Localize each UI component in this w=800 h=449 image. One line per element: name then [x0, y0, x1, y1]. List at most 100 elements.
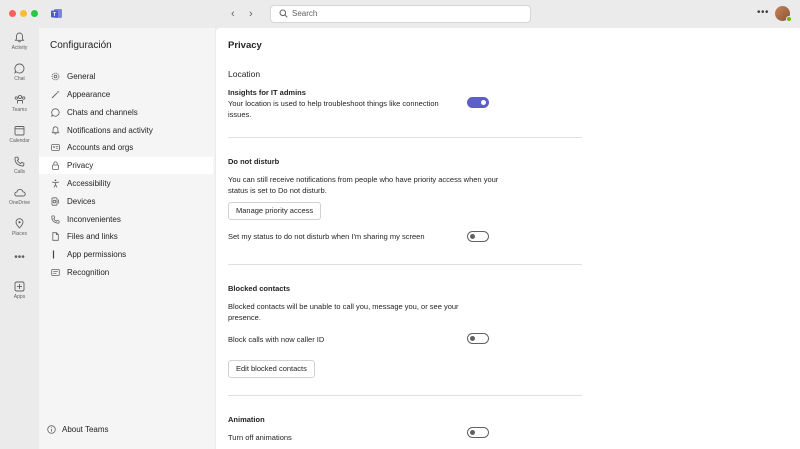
rail-item-apps[interactable]: Apps: [0, 281, 39, 300]
bar-icon: [52, 250, 55, 259]
blocked-section-title: Blocked contacts: [228, 284, 291, 293]
settings-sidebar: Configuración General Appearance Chats a…: [39, 28, 215, 449]
accessibility-icon: [51, 179, 60, 188]
insights-toggle[interactable]: [467, 97, 489, 108]
block-calls-label: Block calls with now caller ID: [228, 335, 325, 344]
rail-item-calendar[interactable]: Calendar: [0, 125, 39, 144]
sidebar-item-label: Chats and channels: [67, 108, 138, 117]
rail-label: Calls: [13, 169, 26, 175]
animation-section-title: Animation: [228, 415, 265, 424]
maximize-window-button[interactable]: [31, 10, 38, 17]
rail-label: Apps: [13, 294, 26, 300]
rail-label: Calendar: [9, 138, 30, 144]
sidebar-item-files-and-links[interactable]: Files and links: [39, 228, 213, 245]
rail-item-activity[interactable]: Activity: [0, 32, 39, 51]
toggle-knob: [470, 430, 475, 435]
settings-title: Configuración: [50, 40, 112, 51]
rail-label: Chat: [14, 76, 25, 82]
about-teams-link[interactable]: About Teams: [46, 424, 166, 438]
dnd-description: You can still receive notifications from…: [228, 175, 499, 195]
more-apps-icon[interactable]: •••: [0, 252, 39, 263]
back-arrow-icon[interactable]: ‹: [231, 7, 235, 21]
rail-item-chat[interactable]: Chat: [0, 63, 39, 82]
sidebar-item-appearance[interactable]: Appearance: [39, 86, 213, 103]
sidebar-item-general[interactable]: General: [39, 68, 213, 85]
bell-icon: [14, 32, 25, 43]
dnd-sharing-label: Set my status to do not disturb when I'm…: [228, 232, 425, 241]
devices-icon: [51, 197, 59, 206]
info-icon: [47, 425, 56, 434]
chat-icon: [51, 108, 60, 117]
about-teams-label: About Teams: [62, 425, 109, 434]
teams-icon: [14, 94, 25, 104]
sidebar-item-label: Devices: [67, 197, 96, 206]
sidebar-item-app-permissions[interactable]: App permissions: [39, 246, 213, 263]
calendar-icon: [14, 126, 25, 136]
app-rail: Activity Chat Teams Calendar Calls OneDr…: [0, 28, 39, 449]
edit-blocked-contacts-button[interactable]: Edit blocked contacts: [228, 360, 315, 378]
sidebar-item-label: Recognition: [67, 268, 110, 277]
sidebar-item-accounts-and-orgs[interactable]: Accounts and orgs: [39, 139, 213, 156]
page-title: Privacy: [228, 40, 262, 51]
turn-off-animations-toggle[interactable]: [467, 427, 489, 438]
magic-wand-icon: [51, 90, 60, 99]
id-card-icon: [51, 144, 60, 151]
insights-title: Insights for IT admins: [228, 88, 306, 97]
presence-available-icon: [786, 16, 792, 22]
sidebar-item-privacy[interactable]: Privacy: [39, 157, 213, 174]
toggle-knob: [470, 234, 475, 239]
title-bar: T ‹ › Search •••: [0, 0, 800, 28]
insights-description: Your location is used to help troublesho…: [228, 99, 439, 119]
rail-item-onedrive[interactable]: OneDrive: [0, 187, 39, 206]
turn-off-animations-label: Turn off animations: [228, 433, 292, 442]
sidebar-item-notifications[interactable]: Notifications and activity: [39, 122, 213, 139]
sidebar-item-label: App permissions: [67, 250, 127, 259]
toggle-knob: [470, 336, 475, 341]
sidebar-item-chats-and-channels[interactable]: Chats and channels: [39, 104, 213, 121]
rail-item-places[interactable]: Places: [0, 218, 39, 237]
chat-icon: [14, 63, 25, 74]
rail-label: OneDrive: [8, 200, 31, 206]
close-window-button[interactable]: [9, 10, 16, 17]
sidebar-item-accessibility[interactable]: Accessibility: [39, 175, 213, 192]
divider: [228, 395, 582, 396]
search-icon: [279, 9, 288, 18]
forward-arrow-icon[interactable]: ›: [249, 7, 253, 21]
dnd-section-title: Do not disturb: [228, 157, 280, 166]
block-calls-toggle[interactable]: [467, 333, 489, 344]
cloud-icon: [13, 188, 26, 197]
more-options-icon[interactable]: •••: [757, 7, 769, 18]
sidebar-item-inconvenientes[interactable]: Inconvenientes: [39, 211, 213, 228]
sidebar-item-label: Accessibility: [67, 179, 111, 188]
divider: [228, 264, 582, 265]
rail-item-calls[interactable]: Calls: [0, 156, 39, 175]
sidebar-item-label: Privacy: [67, 161, 94, 170]
phone-icon: [51, 215, 60, 224]
divider: [228, 137, 582, 138]
search-input[interactable]: Search: [270, 5, 531, 23]
gear-icon: [51, 72, 60, 81]
phone-icon: [14, 156, 25, 167]
location-section-title: Location: [228, 69, 261, 79]
sidebar-item-devices[interactable]: Devices: [39, 193, 213, 210]
toggle-knob: [481, 100, 486, 105]
sidebar-item-label: Notifications and activity: [67, 126, 153, 135]
lock-icon: [52, 161, 59, 170]
blocked-description: Blocked contacts will be unable to call …: [228, 302, 459, 322]
minimize-window-button[interactable]: [20, 10, 27, 17]
rail-label: Places: [11, 231, 27, 237]
rail-item-teams[interactable]: Teams: [0, 94, 39, 113]
apps-icon: [14, 281, 25, 292]
sidebar-item-label: Inconvenientes: [67, 215, 121, 224]
location-pin-icon: [15, 218, 24, 229]
rail-label: Teams: [12, 107, 27, 113]
sidebar-item-label: General: [67, 72, 96, 81]
manage-priority-access-button[interactable]: Manage priority access: [228, 202, 322, 220]
sidebar-item-label: Files and links: [67, 232, 118, 241]
bell-icon: [51, 126, 60, 135]
search-placeholder: Search: [292, 9, 318, 18]
rail-label: Activity: [11, 45, 28, 51]
teams-logo-icon: T: [51, 9, 62, 18]
dnd-sharing-toggle[interactable]: [467, 231, 489, 242]
sidebar-item-recognition[interactable]: Recognition: [39, 264, 213, 281]
